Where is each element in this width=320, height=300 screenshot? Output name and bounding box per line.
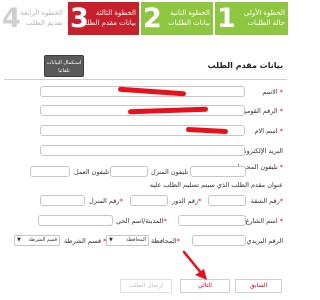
work-phone-input[interactable] [30, 166, 70, 177]
city-label: *المدينة/اسم الحي [116, 217, 167, 225]
autofill-button[interactable]: استكمال البيانات تلقائيا [44, 55, 84, 77]
step-subtitle: بيانات الطلبات [167, 19, 210, 27]
submit-request-button[interactable]: إرسال الطلب [120, 279, 172, 293]
step-title: الخطوة الأولى [243, 9, 285, 17]
name-label: * الاسم [262, 88, 283, 96]
step-title: الخطوة الثانية [170, 9, 210, 17]
mobile-input[interactable] [190, 166, 246, 177]
step-2-request-data[interactable]: 2 الخطوة الثانية بيانات الطلبات [141, 2, 213, 35]
step-number: 4 [2, 3, 21, 34]
step-3-applicant-data[interactable]: 3 الخطوة الثالثة بيانات مقدم الطلب [68, 2, 139, 35]
step-1-status[interactable]: 1 الخطوة الأولى حالة الطلبات [215, 2, 288, 35]
street-label: * اسم الشارع [245, 217, 283, 225]
step-subtitle: بيانات مقدم الطلب [80, 19, 136, 27]
apartment-input[interactable] [208, 195, 246, 206]
chevron-down-icon: ▼ [17, 237, 21, 243]
floor-input[interactable] [130, 195, 168, 206]
governorate-select[interactable]: ▼ المحافظة [106, 235, 149, 246]
email-input[interactable] [40, 145, 245, 156]
previous-button[interactable]: السابق [235, 279, 282, 293]
home-phone-input[interactable] [110, 166, 148, 177]
step-4-submit: 4 الخطوة الرابعة تقديم الطلب [0, 2, 66, 35]
work-phone-label: تليفون العمل [74, 168, 110, 176]
floor-label: *رقم الدور [172, 197, 202, 205]
step-number: 1 [217, 3, 236, 34]
national-id-label: * الرقم القومي [241, 107, 283, 115]
governorate-label: *المحافظة [151, 237, 180, 245]
step-title: الخطوة الثالثة [95, 9, 136, 17]
annotation-arrow-icon [182, 250, 207, 280]
mother-name-label: * اسم الام [254, 127, 283, 135]
step-number: 2 [143, 3, 162, 34]
divider [4, 79, 287, 80]
chevron-down-icon: ▼ [109, 237, 113, 243]
home-phone-label: تليفون المنزل [151, 168, 189, 176]
police-station-label: * قسم الشرطة [64, 237, 107, 245]
delivery-address-note: عنوان مقدم الطلب الذي سيتم تسليم الطلب ع… [149, 181, 283, 189]
email-label: البريد الإلكتروني [239, 147, 283, 155]
apartment-label: *رقم الشقة [250, 197, 283, 205]
postal-code-input[interactable] [192, 235, 246, 246]
step-title: الخطوة الرابعة [20, 9, 63, 17]
police-station-select[interactable]: ▼ قسم الشرطة [14, 235, 60, 246]
building-label: *رقم المنزل [89, 197, 123, 205]
step-subtitle: حالة الطلبات [247, 19, 285, 27]
step-subtitle: تقديم الطلب [25, 19, 63, 27]
street-input[interactable] [178, 215, 246, 226]
section-title: بيانات مقدم الطلب [207, 61, 283, 70]
postal-code-label: الرقم البريدي [246, 237, 283, 245]
city-input[interactable] [38, 215, 113, 226]
building-input[interactable] [40, 195, 85, 206]
